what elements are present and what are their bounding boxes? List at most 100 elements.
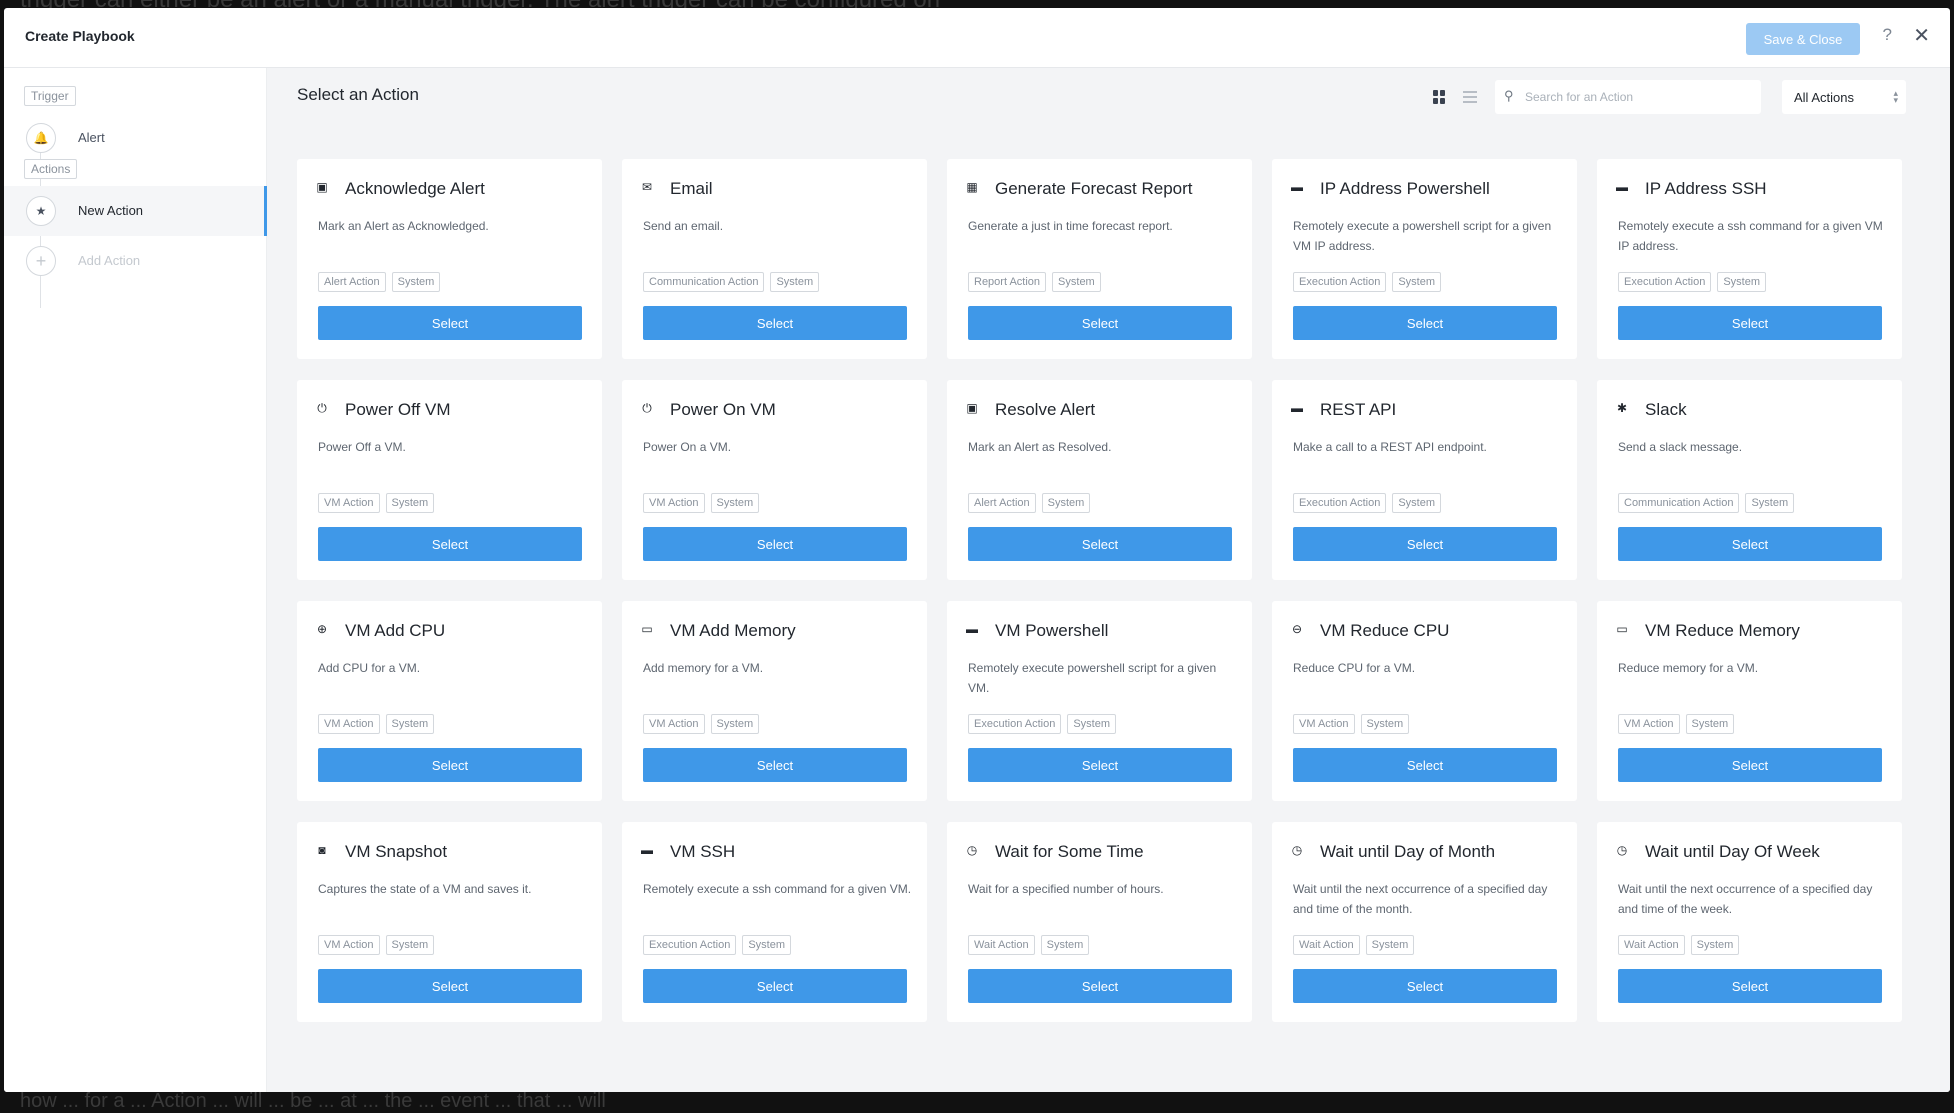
category-tag: VM Action xyxy=(318,493,380,513)
action-title: Resolve Alert xyxy=(995,400,1096,419)
action-card: ▬ IP Address SSH Remotely execute a ssh … xyxy=(1597,159,1902,359)
select-button[interactable]: Select xyxy=(318,527,582,561)
power-icon: ⏻ xyxy=(317,400,327,415)
select-button[interactable]: Select xyxy=(1293,748,1557,782)
action-description: Send an email. xyxy=(643,219,724,233)
sidebar-item-add-action[interactable]: + Add Action xyxy=(4,236,267,286)
select-button[interactable]: Select xyxy=(1618,969,1882,1003)
action-title: VM Add Memory xyxy=(670,621,796,640)
action-tags: Wait Action System xyxy=(1618,935,1740,955)
system-tag: System xyxy=(1690,935,1740,955)
select-button[interactable]: Select xyxy=(318,306,582,340)
sidebar-item-new-action[interactable]: ★ New Action xyxy=(4,186,267,236)
search-box: ⚲ xyxy=(1495,80,1761,114)
action-card: ⏻ Power On VM Power On a VM. VM Action S… xyxy=(622,380,927,580)
action-description: Wait until the next occurrence of a spec… xyxy=(1618,882,1873,916)
action-description: Mark an Alert as Resolved. xyxy=(968,440,1112,454)
action-card: ▦ Generate Forecast Report Generate a ju… xyxy=(947,159,1252,359)
system-tag: System xyxy=(1360,714,1410,734)
action-tags: VM Action System xyxy=(318,493,435,513)
action-tags: Execution Action System xyxy=(968,714,1117,734)
system-tag: System xyxy=(1392,493,1442,513)
select-button[interactable]: Select xyxy=(643,527,907,561)
category-tag: Wait Action xyxy=(968,935,1035,955)
sidebar-item-alert[interactable]: 🔔 Alert xyxy=(4,113,267,163)
action-description: Remotely execute a ssh command for a giv… xyxy=(643,882,912,896)
action-card: ▬ VM Powershell Remotely execute powersh… xyxy=(947,601,1252,801)
chevron-up-down-icon: ▴ ▾ xyxy=(1893,88,1898,105)
action-title: REST API xyxy=(1320,400,1397,419)
terminal-icon: ▬ xyxy=(1291,401,1303,415)
select-button[interactable]: Select xyxy=(968,527,1232,561)
select-button[interactable]: Select xyxy=(1618,306,1882,340)
action-title: VM SSH xyxy=(670,842,736,861)
select-button[interactable]: Select xyxy=(643,306,907,340)
save-close-button[interactable]: Save & Close xyxy=(1746,23,1860,55)
action-card: ◷ Wait for Some Time Wait for a specifie… xyxy=(947,822,1252,1022)
search-input[interactable] xyxy=(1525,80,1755,114)
action-tags: VM Action System xyxy=(318,935,435,955)
list-view-icon[interactable] xyxy=(1463,91,1477,103)
select-button[interactable]: Select xyxy=(1293,306,1557,340)
action-card: ◙ VM Snapshot Captures the state of a VM… xyxy=(297,822,602,1022)
select-button[interactable]: Select xyxy=(968,306,1232,340)
action-title: Wait until Day of Month xyxy=(1320,842,1496,861)
action-description: Captures the state of a VM and saves it. xyxy=(318,882,532,896)
system-tag: System xyxy=(385,714,435,734)
cpu-icon: ⊖ xyxy=(1291,622,1303,636)
select-button[interactable]: Select xyxy=(968,969,1232,1003)
terminal-icon: ▬ xyxy=(966,622,978,636)
page-title: Select an Action xyxy=(297,85,419,104)
system-tag: System xyxy=(1717,272,1767,292)
memory-icon: ▭ xyxy=(641,622,653,636)
select-button[interactable]: Select xyxy=(968,748,1232,782)
memory-icon: ▭ xyxy=(1616,622,1628,636)
help-icon[interactable]: ? xyxy=(1883,25,1892,45)
select-button[interactable]: Select xyxy=(318,748,582,782)
category-tag: Execution Action xyxy=(1293,493,1387,513)
select-button[interactable]: Select xyxy=(1293,527,1557,561)
action-description: Remotely execute a ssh command for a giv… xyxy=(1618,219,1883,253)
action-title: Generate Forecast Report xyxy=(995,179,1193,198)
action-card: ◷ Wait until Day Of Week Wait until the … xyxy=(1597,822,1902,1022)
action-card: ✱ Slack Send a slack message. Communicat… xyxy=(1597,380,1902,580)
category-tag: Communication Action xyxy=(643,272,765,292)
category-tag: Wait Action xyxy=(1618,935,1685,955)
select-button[interactable]: Select xyxy=(1618,527,1882,561)
action-title: Slack xyxy=(1645,400,1687,419)
category-tag: Alert Action xyxy=(318,272,386,292)
select-button[interactable]: Select xyxy=(318,969,582,1003)
select-button[interactable]: Select xyxy=(643,748,907,782)
camera-icon: ◙ xyxy=(318,843,326,857)
action-description: Generate a just in time forecast report. xyxy=(968,219,1173,233)
action-description: Add memory for a VM. xyxy=(643,661,764,675)
action-card: ⏻ Power Off VM Power Off a VM. VM Action… xyxy=(297,380,602,580)
system-tag: System xyxy=(770,272,820,292)
action-card: ▬ IP Address Powershell Remotely execute… xyxy=(1272,159,1577,359)
system-tag: System xyxy=(1041,493,1091,513)
bell-icon: 🔔 xyxy=(26,123,56,153)
select-button[interactable]: Select xyxy=(1618,748,1882,782)
grid-view-icon[interactable] xyxy=(1433,90,1447,104)
slack-icon: ✱ xyxy=(1616,401,1628,415)
action-tags: VM Action System xyxy=(1618,714,1735,734)
select-button[interactable]: Select xyxy=(643,969,907,1003)
action-filter-select[interactable]: All Actions ▴ ▾ xyxy=(1782,80,1906,114)
system-tag: System xyxy=(1052,272,1101,292)
action-tags: Communication Action System xyxy=(643,272,820,292)
category-tag: VM Action xyxy=(318,935,380,955)
terminal-icon: ▬ xyxy=(1291,180,1303,194)
category-tag: VM Action xyxy=(1618,714,1680,734)
category-tag: Execution Action xyxy=(643,935,737,955)
action-description: Power Off a VM. xyxy=(318,440,406,454)
action-title: Email xyxy=(670,179,713,198)
select-button[interactable]: Select xyxy=(1293,969,1557,1003)
action-title: IP Address SSH xyxy=(1645,179,1767,198)
system-tag: System xyxy=(1685,714,1735,734)
action-tags: Communication Action System xyxy=(1618,493,1795,513)
star-icon: ★ xyxy=(26,196,56,226)
sidebar-item-label: New Action xyxy=(78,203,144,218)
create-playbook-modal: Create Playbook Save & Close ? ✕ Trigger… xyxy=(4,8,1950,1092)
close-icon[interactable]: ✕ xyxy=(1913,23,1930,48)
sidebar-item-label: Add Action xyxy=(78,253,141,268)
